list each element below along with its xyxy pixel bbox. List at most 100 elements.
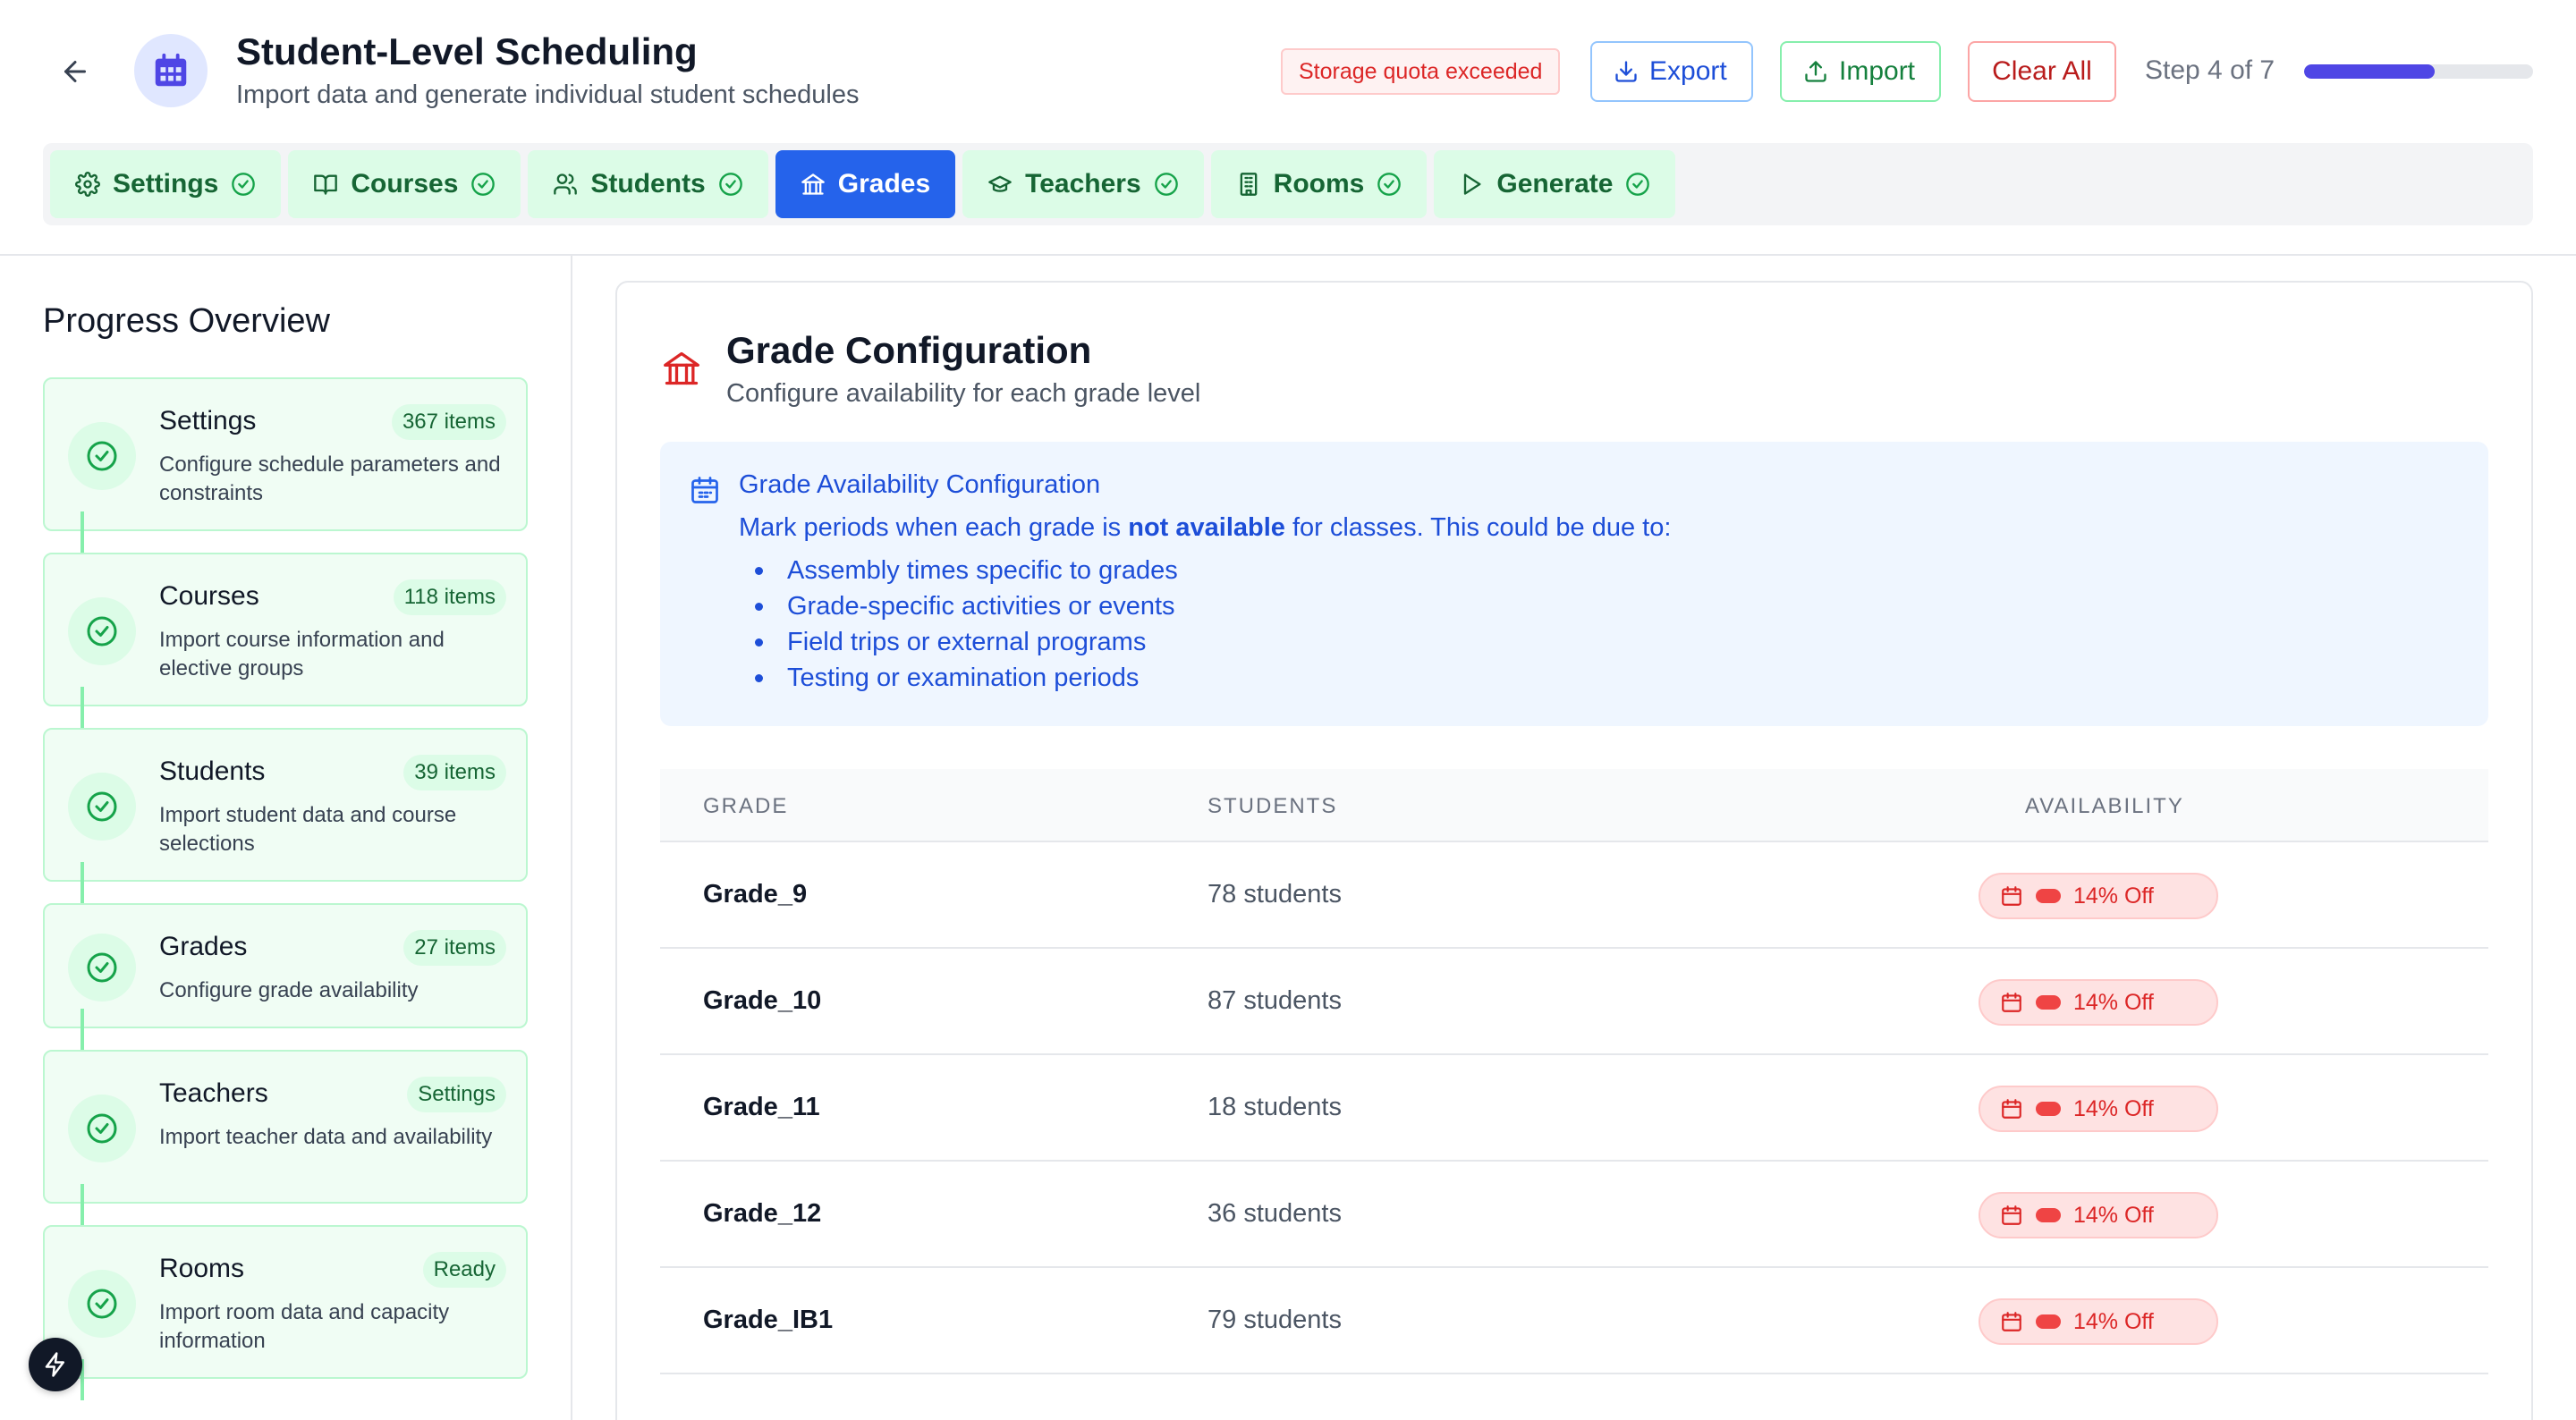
- step-description: Import student data and course selection…: [159, 803, 457, 856]
- progress-step-teachers[interactable]: Teachers Settings Import teacher data and …: [43, 1050, 528, 1225]
- calendar-icon: [2002, 1312, 2021, 1331]
- availability-button[interactable]: 14% Off: [1979, 1298, 2218, 1345]
- check-circle-icon: [1625, 172, 1650, 197]
- app-logo: [134, 34, 208, 107]
- toggle-indicator: [2036, 1208, 2061, 1222]
- progress-step-students[interactable]: Students 39 items Import student data and …: [43, 728, 528, 903]
- availability-label: 14% Off: [2073, 1308, 2154, 1334]
- storage-quota-warning: Storage quota exceeded: [1281, 48, 1561, 95]
- availability-button[interactable]: 14% Off: [1979, 1086, 2218, 1132]
- step-connector: [80, 687, 84, 728]
- tab-rooms[interactable]: Rooms: [1210, 150, 1428, 218]
- step-name: Students: [159, 756, 266, 786]
- step-indicator: Step 4 of 7: [2145, 55, 2275, 85]
- check-circle-icon: [68, 773, 136, 841]
- progress-step-courses[interactable]: Courses 118 items Import course informatio…: [43, 553, 528, 728]
- tab-label: Settings: [113, 169, 219, 199]
- column-header-students: STUDENTS: [1208, 794, 1338, 818]
- step-badge: 118 items: [393, 579, 506, 615]
- column-header-grade: GRADE: [703, 794, 789, 818]
- table-row: Grade_11 18 students 14% Off: [660, 1055, 2488, 1162]
- column-header-availability: AVAILABILITY: [2025, 794, 2184, 818]
- table-row: Grade_10 87 students 14% Off: [660, 949, 2488, 1055]
- student-count: 18 students: [1208, 1093, 1342, 1121]
- info-reason-list: Assembly times specific to grades Grade-s…: [755, 553, 1178, 696]
- student-count: 78 students: [1208, 880, 1342, 909]
- calendar-grid-icon: [689, 474, 721, 511]
- info-list-item: Field trips or external programs: [755, 624, 1178, 660]
- calendar-icon: [2002, 886, 2021, 906]
- info-text-before: Mark periods when each grade is: [739, 513, 1129, 542]
- tab-students[interactable]: Students: [528, 150, 768, 218]
- import-button[interactable]: Import: [1780, 41, 1941, 102]
- step-tabbar: Settings Courses Students Grades Teachers Roo…: [43, 143, 2533, 225]
- progress-step-settings[interactable]: Settings 367 items Configure schedule para…: [43, 377, 528, 553]
- tab-settings[interactable]: Settings: [50, 150, 282, 218]
- building-icon: [662, 349, 701, 393]
- table-row: Grade_12 36 students 14% Off: [660, 1162, 2488, 1268]
- users-icon: [553, 172, 578, 197]
- grade-name: Grade_12: [703, 1199, 822, 1228]
- sidebar-title: Progress Overview: [43, 302, 330, 340]
- export-button[interactable]: Export: [1590, 41, 1753, 102]
- graduation-cap-icon: [987, 172, 1013, 197]
- grade-name: Grade_11: [703, 1093, 820, 1121]
- back-button[interactable]: [55, 52, 95, 91]
- step-progress-fill: [2304, 64, 2436, 79]
- step-connector: [80, 1009, 84, 1050]
- info-callout: Grade Availability Configuration Mark pe…: [660, 442, 2488, 726]
- tab-label: Rooms: [1273, 169, 1365, 199]
- grade-name: Grade_IB1: [703, 1306, 834, 1334]
- gear-icon: [75, 172, 100, 197]
- step-name: Settings: [159, 406, 257, 435]
- tab-label: Courses: [351, 169, 459, 199]
- availability-label: 14% Off: [2073, 1202, 2154, 1228]
- tab-courses[interactable]: Courses: [288, 150, 521, 218]
- check-circle-icon: [68, 934, 136, 1002]
- toggle-indicator: [2036, 995, 2061, 1010]
- step-connector: [80, 1184, 84, 1225]
- availability-label: 14% Off: [2073, 989, 2154, 1015]
- calendar-icon: [2002, 1099, 2021, 1119]
- calendar-icon: [2002, 1205, 2021, 1225]
- step-name: Teachers: [159, 1078, 268, 1108]
- availability-button[interactable]: 14% Off: [1979, 979, 2218, 1026]
- progress-step-list: Settings 367 items Configure schedule para…: [43, 377, 528, 1400]
- info-text-bold: not available: [1128, 513, 1285, 542]
- lightning-icon: [45, 1352, 64, 1377]
- table-row: Grade_IB1 79 students 14% Off: [660, 1268, 2488, 1374]
- progress-step-rooms[interactable]: Rooms Ready Import room data and capacity …: [43, 1225, 528, 1400]
- play-icon: [1459, 172, 1484, 197]
- tab-teachers[interactable]: Teachers: [962, 150, 1204, 218]
- step-description: Import course information and elective g…: [159, 628, 445, 680]
- step-connector: [80, 862, 84, 903]
- check-circle-icon: [1154, 172, 1179, 197]
- bolt-action-button[interactable]: [29, 1338, 82, 1391]
- room-building-icon: [1236, 172, 1261, 197]
- tab-label: Students: [590, 169, 706, 199]
- step-name: Rooms: [159, 1254, 245, 1283]
- step-name: Grades: [159, 932, 248, 961]
- info-title: Grade Availability Configuration: [739, 470, 1101, 499]
- step-description: Configure grade availability: [159, 978, 419, 1002]
- check-circle-icon: [68, 422, 136, 490]
- table-row: Grade_9 78 students 14% Off: [660, 842, 2488, 949]
- app-header: Student-Level Scheduling Import data and…: [0, 0, 2576, 256]
- tab-grades[interactable]: Grades: [775, 150, 956, 218]
- check-circle-icon: [68, 1270, 136, 1338]
- section-subtitle: Configure availability for each grade le…: [726, 379, 1201, 408]
- export-label: Export: [1649, 56, 1727, 86]
- check-circle-icon: [68, 1095, 136, 1162]
- grade-configuration-card: Grade Configuration Configure availabili…: [615, 281, 2533, 1420]
- tab-generate[interactable]: Generate: [1434, 150, 1676, 218]
- calendar-icon: [2002, 993, 2021, 1012]
- student-count: 87 students: [1208, 986, 1342, 1015]
- step-description: Import teacher data and availability: [159, 1125, 493, 1149]
- check-circle-icon: [231, 172, 256, 197]
- availability-button[interactable]: 14% Off: [1979, 873, 2218, 919]
- availability-button[interactable]: 14% Off: [1979, 1192, 2218, 1238]
- arrow-left-icon: [64, 61, 86, 82]
- toggle-indicator: [2036, 889, 2061, 903]
- clear-all-button[interactable]: Clear All: [1968, 41, 2116, 102]
- progress-step-grades[interactable]: Grades 27 items Configure grade availabili…: [43, 903, 528, 1050]
